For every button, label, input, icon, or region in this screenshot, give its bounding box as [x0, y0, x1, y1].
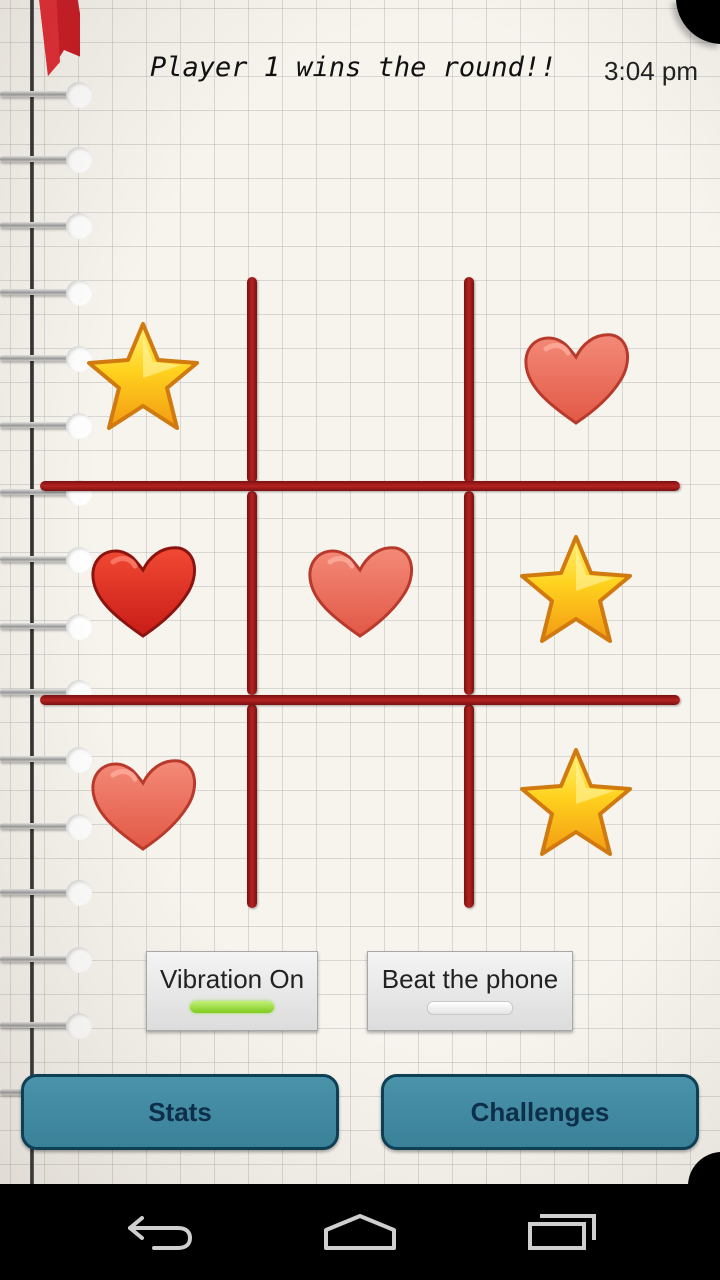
board-cell-r3c2[interactable]	[260, 704, 460, 904]
beat-the-phone-toggle-label: Beat the phone	[381, 964, 559, 994]
challenges-button[interactable]: Challenges	[381, 1074, 699, 1150]
recent-apps-button[interactable]	[502, 1184, 622, 1280]
grid-line	[247, 277, 257, 483]
board-cell-r3c3[interactable]	[476, 704, 676, 904]
heart-icon	[91, 759, 197, 851]
android-navigation-bar	[0, 1184, 720, 1280]
recent-apps-icon	[528, 1214, 596, 1250]
spiral-ring	[0, 147, 92, 173]
vibration-toggle-indicator	[190, 1001, 274, 1013]
board-cell-r3c1[interactable]	[43, 704, 243, 904]
grid-line	[464, 704, 474, 908]
home-icon	[324, 1214, 396, 1250]
page-curl-top	[676, 0, 720, 44]
board-cell-r1c1[interactable]	[43, 278, 243, 478]
board-cell-r1c2[interactable]	[260, 278, 460, 478]
beat-the-phone-toggle[interactable]: Beat the phone	[367, 951, 573, 1031]
home-button[interactable]	[300, 1184, 420, 1280]
board-cell-r2c2[interactable]	[260, 491, 460, 691]
heart-icon	[524, 333, 630, 425]
star-icon	[520, 535, 632, 643]
spiral-ring	[0, 1013, 92, 1039]
vibration-toggle[interactable]: Vibration On	[146, 951, 318, 1031]
notebook-paper-background: Player 1 wins the round!! 3:04 pm Vibrat…	[0, 0, 720, 1184]
clock-time: 3:04 pm	[604, 56, 698, 86]
grid-line	[40, 481, 680, 491]
spiral-ring	[0, 82, 92, 108]
grid-line	[464, 491, 474, 695]
star-icon	[520, 748, 632, 856]
bookmark-ribbon	[39, 0, 80, 76]
stats-button[interactable]: Stats	[21, 1074, 339, 1150]
notebook-spine-line	[30, 0, 34, 1184]
spiral-ring	[0, 213, 92, 239]
back-button[interactable]	[100, 1184, 220, 1280]
heart-icon	[91, 546, 197, 638]
vibration-toggle-label: Vibration On	[159, 964, 305, 994]
grid-line	[247, 704, 257, 908]
beat-the-phone-toggle-indicator	[427, 1001, 513, 1015]
star-icon	[87, 322, 199, 430]
round-result-message: Player 1 wins the round!!	[150, 52, 557, 83]
board-cell-r1c3[interactable]	[476, 278, 676, 478]
board-cell-r2c3[interactable]	[476, 491, 676, 691]
heart-icon	[308, 546, 414, 638]
board-cell-r2c1[interactable]	[43, 491, 243, 691]
tic-tac-toe-board	[40, 274, 682, 910]
page-curl-bottom	[688, 1152, 720, 1184]
grid-line	[247, 491, 257, 695]
game-screen: Player 1 wins the round!! 3:04 pm Vibrat…	[0, 0, 720, 1280]
back-arrow-icon	[128, 1216, 193, 1250]
spiral-ring	[0, 947, 92, 973]
grid-line	[464, 277, 474, 483]
